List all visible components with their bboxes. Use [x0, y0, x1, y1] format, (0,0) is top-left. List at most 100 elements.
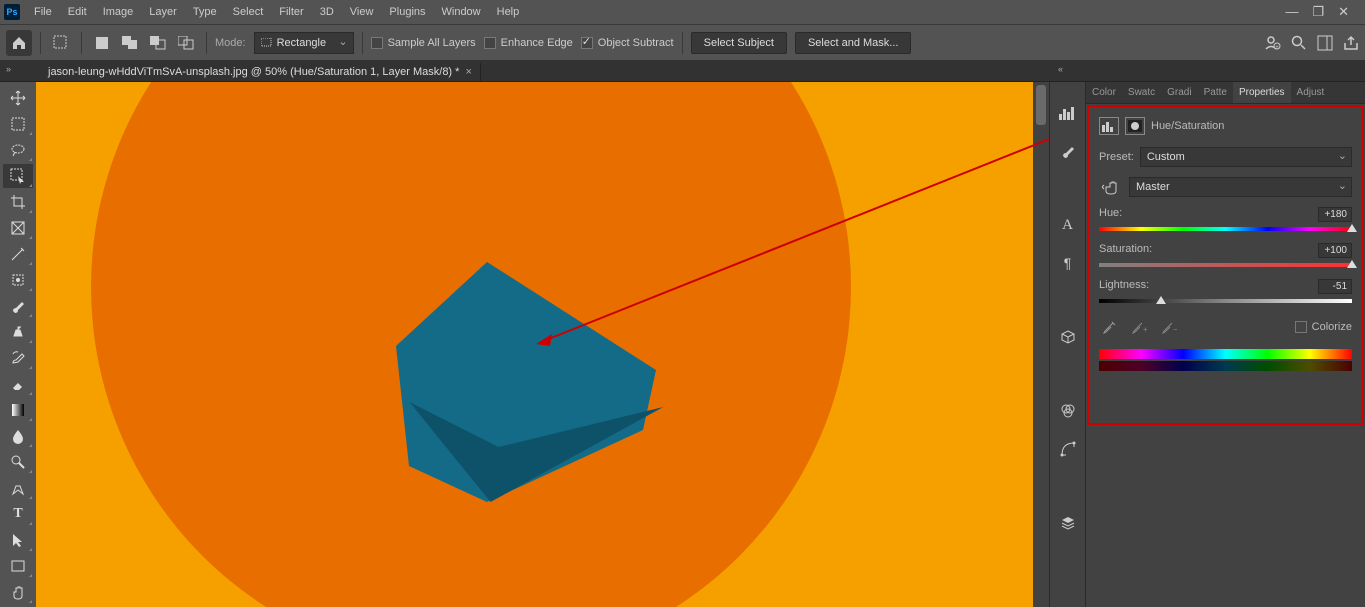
menu-view[interactable]: View — [342, 4, 382, 20]
menu-select[interactable]: Select — [225, 4, 272, 20]
eyedropper-icon[interactable] — [1099, 317, 1119, 337]
properties-title: Hue/Saturation — [1151, 120, 1224, 132]
type-tool[interactable]: T — [3, 502, 33, 526]
menu-plugins[interactable]: Plugins — [381, 4, 433, 20]
object-selection-tool[interactable] — [3, 164, 33, 188]
selection-add-icon[interactable] — [118, 31, 142, 55]
marquee-tool[interactable] — [3, 112, 33, 136]
select-mask-button[interactable]: Select and Mask... — [795, 32, 912, 54]
saturation-slider[interactable] — [1099, 261, 1352, 269]
cloud-user-icon[interactable]: + — [1263, 34, 1281, 52]
input-color-ramp — [1099, 349, 1352, 359]
svg-text:+: + — [1143, 325, 1147, 334]
svg-text:−: − — [1173, 325, 1177, 334]
3d-icon[interactable] — [1057, 326, 1079, 348]
properties-panel: Hue/Saturation Preset: Custom Master Hue… — [1087, 105, 1364, 425]
hue-slider[interactable] — [1099, 225, 1352, 233]
tab-patterns[interactable]: Patte — [1198, 82, 1233, 103]
saturation-value[interactable]: +100 — [1318, 243, 1352, 258]
document-tab[interactable]: jason-leung-wHddViTmSvA-unsplash.jpg @ 5… — [40, 63, 481, 81]
lasso-tool[interactable] — [3, 138, 33, 162]
lightness-label: Lightness: — [1099, 279, 1149, 294]
colorize-checkbox[interactable]: Colorize — [1295, 321, 1352, 333]
preset-label: Preset: — [1099, 151, 1134, 163]
tab-adjustments[interactable]: Adjust — [1291, 82, 1331, 103]
enhance-edge-checkbox[interactable]: Enhance Edge — [484, 37, 573, 49]
collapsed-panel-strip-1: A ¶ — [1049, 82, 1085, 607]
hue-value[interactable]: +180 — [1318, 207, 1352, 222]
layer-mask-icon — [1125, 117, 1145, 135]
menu-image[interactable]: Image — [95, 4, 142, 20]
menu-layer[interactable]: Layer — [141, 4, 185, 20]
sample-all-checkbox[interactable]: Sample All Layers — [371, 37, 476, 49]
eyedropper-tool[interactable] — [3, 242, 33, 266]
blur-tool[interactable] — [3, 424, 33, 448]
vertical-scrollbar[interactable] — [1033, 82, 1049, 607]
adjustment-layer-icon — [1099, 117, 1119, 135]
gradient-tool[interactable] — [3, 398, 33, 422]
close-tab-icon[interactable]: × — [465, 66, 471, 78]
rectangle-tool[interactable] — [3, 554, 33, 578]
pen-tool[interactable] — [3, 476, 33, 500]
menu-help[interactable]: Help — [489, 4, 528, 20]
clone-stamp-tool[interactable] — [3, 320, 33, 344]
hand-tool[interactable] — [3, 580, 33, 604]
selection-subtract-icon[interactable] — [146, 31, 170, 55]
paragraph-icon[interactable]: ¶ — [1057, 252, 1079, 274]
menu-type[interactable]: Type — [185, 4, 225, 20]
layers-icon[interactable] — [1057, 512, 1079, 534]
minimize-icon[interactable]: — — [1285, 4, 1298, 20]
move-tool[interactable] — [3, 86, 33, 110]
output-color-ramp — [1099, 361, 1352, 371]
spot-heal-tool[interactable] — [3, 268, 33, 292]
selection-new-icon[interactable] — [90, 31, 114, 55]
home-button[interactable] — [6, 30, 32, 56]
channels-icon[interactable] — [1057, 400, 1079, 422]
lightness-value[interactable]: -51 — [1318, 279, 1352, 294]
ps-logo: Ps — [4, 4, 20, 20]
paths-icon[interactable] — [1057, 438, 1079, 460]
menu-file[interactable]: File — [26, 4, 60, 20]
lightness-slider[interactable] — [1099, 297, 1352, 305]
tab-color[interactable]: Color — [1086, 82, 1122, 103]
brush-tool[interactable] — [3, 294, 33, 318]
frame-tool[interactable] — [3, 216, 33, 240]
eyedropper-add-icon[interactable]: + — [1129, 317, 1149, 337]
expand-toolbox-icon[interactable]: » — [6, 64, 11, 74]
menu-filter[interactable]: Filter — [271, 4, 311, 20]
channel-select[interactable]: Master — [1129, 177, 1352, 197]
select-subject-button[interactable]: Select Subject — [691, 32, 787, 54]
expand-panels-icon[interactable]: « — [1058, 64, 1063, 74]
mode-label: Mode: — [215, 37, 246, 49]
selection-intersect-icon[interactable] — [174, 31, 198, 55]
eyedropper-subtract-icon[interactable]: − — [1159, 317, 1179, 337]
dodge-tool[interactable] — [3, 450, 33, 474]
canvas-area[interactable] — [36, 82, 1049, 607]
maximize-icon[interactable]: ❐ — [1312, 4, 1324, 20]
current-tool-icon[interactable] — [49, 31, 73, 55]
object-subtract-checkbox[interactable]: Object Subtract — [581, 37, 674, 49]
histogram-icon[interactable] — [1057, 102, 1079, 124]
tab-gradients[interactable]: Gradi — [1161, 82, 1197, 103]
character-icon[interactable]: A — [1057, 214, 1079, 236]
tab-swatches[interactable]: Swatc — [1122, 82, 1161, 103]
menu-edit[interactable]: Edit — [60, 4, 95, 20]
path-selection-tool[interactable] — [3, 528, 33, 552]
share-icon[interactable] — [1343, 35, 1359, 51]
search-icon[interactable] — [1291, 35, 1307, 51]
svg-text:+: + — [1275, 45, 1279, 51]
preset-select[interactable]: Custom — [1140, 147, 1352, 167]
scrubby-hand-icon[interactable] — [1099, 177, 1123, 197]
workspace-icon[interactable] — [1317, 35, 1333, 51]
close-icon[interactable]: ✕ — [1338, 4, 1349, 20]
tab-properties[interactable]: Properties — [1233, 82, 1291, 103]
brush-settings-icon[interactable] — [1057, 140, 1079, 162]
eraser-tool[interactable] — [3, 372, 33, 396]
hue-label: Hue: — [1099, 207, 1122, 222]
history-brush-tool[interactable] — [3, 346, 33, 370]
mode-select[interactable]: Rectangle — [254, 32, 354, 54]
menu-window[interactable]: Window — [434, 4, 489, 20]
crop-tool[interactable] — [3, 190, 33, 214]
menu-3d[interactable]: 3D — [312, 4, 342, 20]
saturation-label: Saturation: — [1099, 243, 1152, 258]
